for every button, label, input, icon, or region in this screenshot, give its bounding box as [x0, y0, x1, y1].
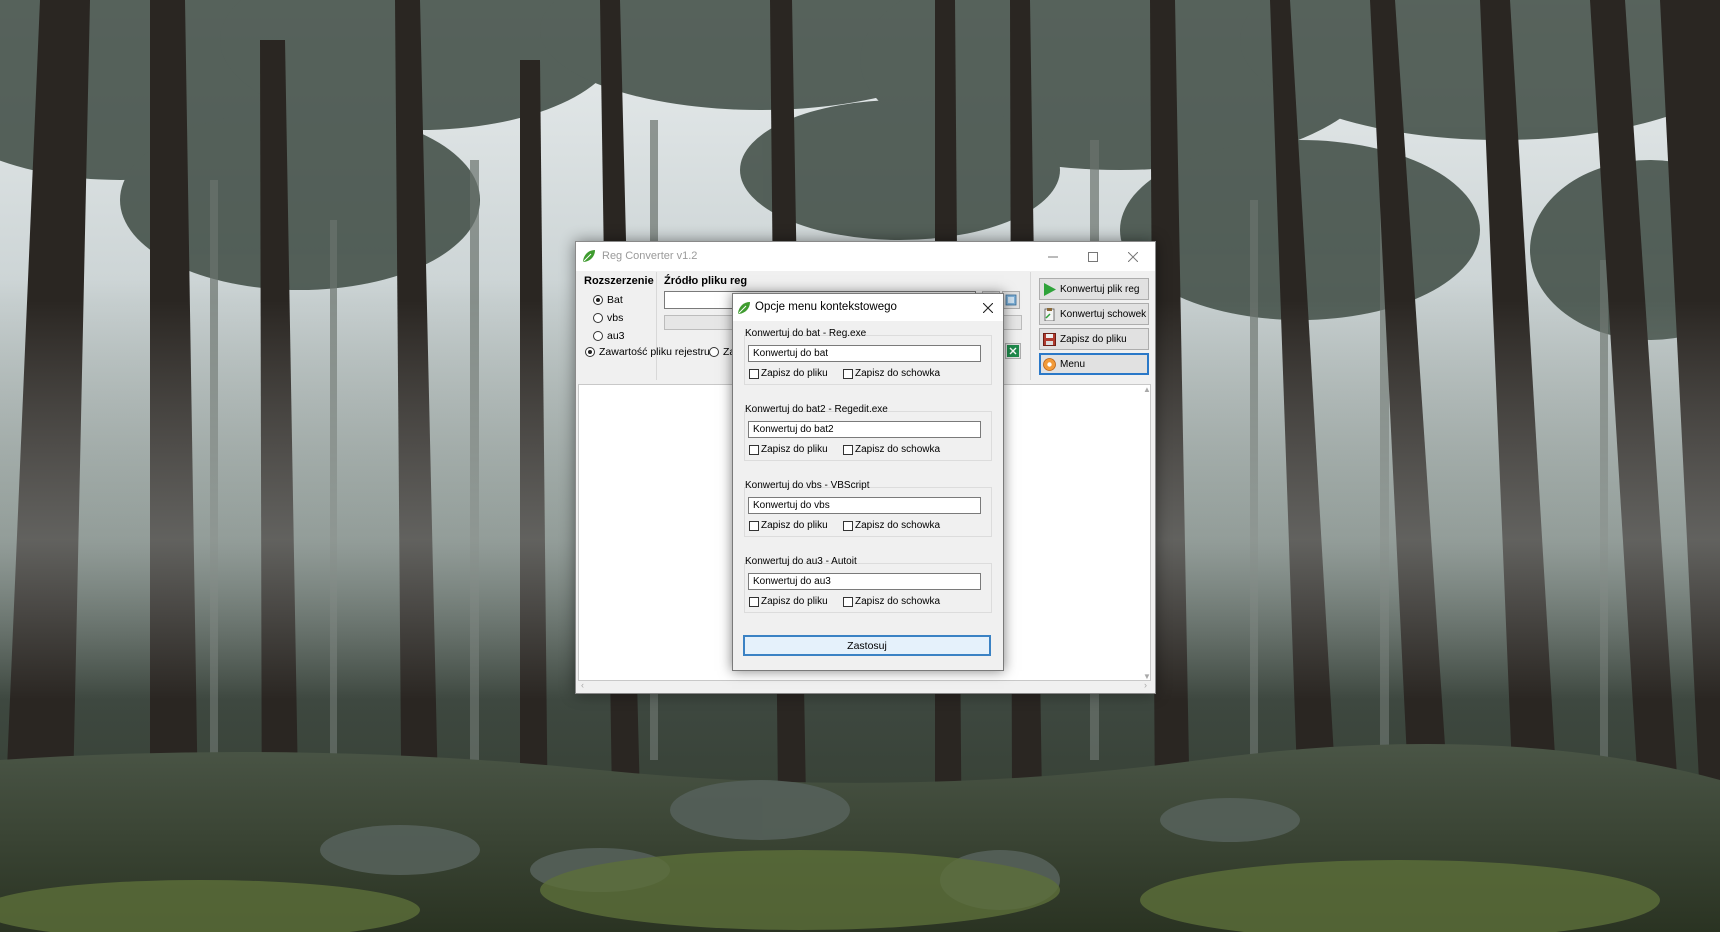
checkbox-box — [749, 520, 759, 531]
divider — [1030, 272, 1031, 380]
clipboard-icon — [1044, 307, 1055, 321]
convert-clipboard-label: Konwertuj schowek — [1060, 308, 1147, 320]
checkbox-box — [843, 444, 853, 455]
close-icon — [1128, 251, 1138, 262]
au3-save-to-file-checkbox[interactable]: Zapisz do pliku — [749, 596, 828, 607]
save-to-file-label: Zapisz do pliku — [1060, 333, 1127, 345]
bat2-menu-label-input[interactable]: Konwertuj do bat2 — [748, 421, 981, 438]
bat-menu-label-input[interactable]: Konwertuj do bat — [748, 345, 981, 362]
dialog-title-bar[interactable]: Opcje menu kontekstowego — [733, 294, 1003, 321]
group-vbs: Konwertuj do vbs - VBScript Konwertuj do… — [744, 480, 992, 538]
registry-file-icon — [1005, 294, 1017, 306]
maximize-button[interactable] — [1073, 242, 1113, 271]
radio-au3[interactable]: au3 — [593, 330, 625, 342]
au3-menu-label-input[interactable]: Konwertuj do au3 — [748, 573, 981, 590]
extension-label: Rozszerzenie — [584, 275, 654, 287]
group-bat-title: Konwertuj do bat - Reg.exe — [745, 328, 867, 339]
bat2-save-to-clipboard-checkbox[interactable]: Zapisz do schowka — [843, 444, 940, 455]
scroll-right-icon[interactable]: › — [1144, 680, 1147, 690]
checkbox-box — [843, 520, 853, 531]
horizontal-scrollbar[interactable]: ‹ › — [579, 679, 1149, 691]
checkbox-box — [843, 596, 853, 607]
group-vbs-title: Konwertuj do vbs - VBScript — [745, 480, 870, 491]
radio-vbs-indicator — [593, 313, 603, 323]
checkbox-box — [749, 444, 759, 455]
radio-bat[interactable]: Bat — [593, 294, 623, 306]
spreadsheet-icon — [1007, 345, 1019, 357]
group-au3-title: Konwertuj do au3 - Autoit — [745, 556, 857, 567]
radio-vbs[interactable]: vbs — [593, 312, 623, 324]
radio-bat-label: Bat — [607, 294, 623, 306]
save-to-file-button[interactable]: Zapisz do pliku — [1039, 328, 1149, 350]
close-button[interactable] — [1113, 242, 1153, 271]
convert-reg-file-label: Konwertuj plik reg — [1060, 283, 1140, 295]
radio-au3-indicator — [593, 331, 603, 341]
checkbox-label: Zapisz do pliku — [761, 444, 828, 455]
group-bat2: Konwertuj do bat2 - Regedit.exe Konwertu… — [744, 404, 992, 462]
radio-registry-content-indicator — [585, 347, 595, 357]
context-menu-options-dialog: Opcje menu kontekstowego Konwertuj do ba… — [732, 293, 1004, 671]
scroll-up-icon[interactable]: ▲ — [1143, 385, 1151, 394]
bat-save-to-clipboard-checkbox[interactable]: Zapisz do schowka — [843, 368, 940, 379]
bat-save-to-file-checkbox[interactable]: Zapisz do pliku — [749, 368, 828, 379]
convert-clipboard-button[interactable]: Konwertuj schowek — [1039, 303, 1149, 325]
window-title: Reg Converter v1.2 — [602, 250, 698, 262]
menu-button[interactable]: Menu — [1039, 353, 1149, 375]
scroll-left-icon[interactable]: ‹ — [581, 680, 584, 690]
vertical-scrollbar[interactable]: ▲ ▼ — [1141, 385, 1153, 681]
checkbox-label: Zapisz do pliku — [761, 368, 828, 379]
checkbox-label: Zapisz do pliku — [761, 520, 828, 531]
checkbox-label: Zapisz do schowka — [855, 444, 941, 455]
checkbox-box — [749, 596, 759, 607]
dialog-close-button[interactable] — [977, 297, 999, 319]
apply-button[interactable]: Zastosuj — [743, 635, 991, 656]
divider — [656, 272, 657, 380]
bat2-save-to-file-checkbox[interactable]: Zapisz do pliku — [749, 444, 828, 455]
radio-vbs-label: vbs — [607, 312, 624, 324]
vbs-save-to-file-checkbox[interactable]: Zapisz do pliku — [749, 520, 828, 531]
checkbox-label: Zapisz do schowka — [855, 596, 941, 607]
radio-au3-label: au3 — [607, 330, 625, 342]
menu-label: Menu — [1060, 358, 1086, 370]
excel-export-button[interactable] — [1005, 343, 1021, 359]
floppy-save-icon — [1043, 332, 1056, 346]
radio-registry-content-label: Zawartość pliku rejestru — [599, 346, 710, 358]
minimize-icon — [1048, 256, 1058, 257]
source-label: Źródło pliku reg — [664, 275, 748, 287]
group-bat: Konwertuj do bat - Reg.exe Konwertuj do … — [744, 328, 992, 386]
maximize-icon — [1088, 251, 1098, 262]
vbs-menu-label-input[interactable]: Konwertuj do vbs — [748, 497, 981, 514]
convert-reg-file-button[interactable]: Konwertuj plik reg — [1039, 278, 1149, 300]
au3-save-to-clipboard-checkbox[interactable]: Zapisz do schowka — [843, 596, 940, 607]
title-bar[interactable]: Reg Converter v1.2 — [576, 242, 1155, 271]
dialog-title: Opcje menu kontekstowego — [755, 301, 897, 313]
app-leaf-icon — [582, 249, 596, 266]
close-icon — [983, 303, 993, 313]
radio-bat-indicator — [593, 295, 603, 305]
minimize-button[interactable] — [1033, 242, 1073, 271]
app-leaf-icon — [737, 301, 751, 318]
radio-content-other-indicator — [709, 347, 719, 357]
play-icon — [1044, 282, 1056, 296]
checkbox-box — [749, 368, 759, 379]
group-au3: Konwertuj do au3 - Autoit Konwertuj do a… — [744, 556, 992, 614]
vbs-save-to-clipboard-checkbox[interactable]: Zapisz do schowka — [843, 520, 940, 531]
checkbox-label: Zapisz do schowka — [855, 368, 941, 379]
radio-registry-content[interactable]: Zawartość pliku rejestru — [585, 346, 710, 358]
open-file-button[interactable] — [1002, 291, 1020, 309]
group-bat2-title: Konwertuj do bat2 - Regedit.exe — [745, 404, 888, 415]
checkbox-label: Zapisz do pliku — [761, 596, 828, 607]
checkbox-label: Zapisz do schowka — [855, 520, 941, 531]
menu-icon — [1043, 357, 1056, 371]
checkbox-box — [843, 368, 853, 379]
